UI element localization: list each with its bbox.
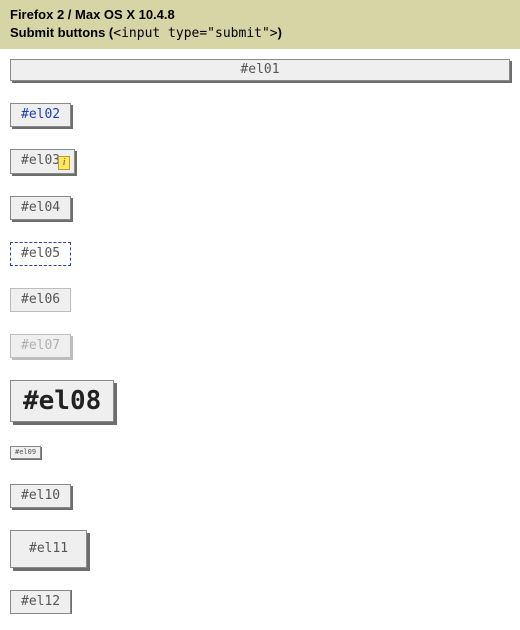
row-el11: #el11	[10, 530, 510, 568]
row-el12: #el12	[10, 590, 510, 614]
header-line-2-prefix: Submit buttons (	[10, 25, 113, 40]
row-el03: #el03i	[10, 149, 510, 174]
row-el08: #el08	[10, 380, 510, 422]
row-el01: #el01	[10, 59, 510, 81]
submit-button-el07[interactable]: #el07	[10, 334, 71, 358]
submit-button-el04[interactable]: #el04	[10, 196, 71, 220]
submit-button-el11[interactable]: #el11	[10, 530, 87, 568]
row-el10: #el10	[10, 484, 510, 508]
header-line-1: Firefox 2 / Max OS X 10.4.8	[10, 6, 510, 24]
submit-button-el03-label: #el03	[21, 153, 60, 168]
row-el04: #el04	[10, 196, 510, 220]
submit-button-el10[interactable]: #el10	[10, 484, 71, 508]
header-line-2: Submit buttons (<input type="submit">)	[10, 24, 510, 43]
header-code: <input type="submit">	[113, 26, 277, 41]
submit-button-el02[interactable]: #el02	[10, 103, 71, 127]
row-el02: #el02	[10, 103, 510, 127]
submit-button-el05[interactable]: #el05	[10, 242, 71, 266]
info-badge-icon: i	[58, 156, 70, 170]
page-header: Firefox 2 / Max OS X 10.4.8 Submit butto…	[0, 0, 520, 49]
submit-button-el09[interactable]: #el09	[10, 446, 41, 459]
submit-button-el03[interactable]: #el03i	[10, 149, 75, 174]
content-area: #el01 #el02 #el03i #el04 #el05 #el06 #el…	[0, 49, 520, 630]
row-el05: #el05	[10, 242, 510, 266]
submit-button-el06[interactable]: #el06	[10, 288, 71, 312]
submit-button-el08[interactable]: #el08	[10, 380, 114, 422]
row-el06: #el06	[10, 288, 510, 312]
submit-button-el01[interactable]: #el01	[10, 59, 510, 81]
row-el07: #el07	[10, 334, 510, 358]
row-el09: #el09	[10, 444, 510, 462]
header-line-2-suffix: )	[278, 25, 282, 40]
submit-button-el12[interactable]: #el12	[10, 590, 71, 614]
